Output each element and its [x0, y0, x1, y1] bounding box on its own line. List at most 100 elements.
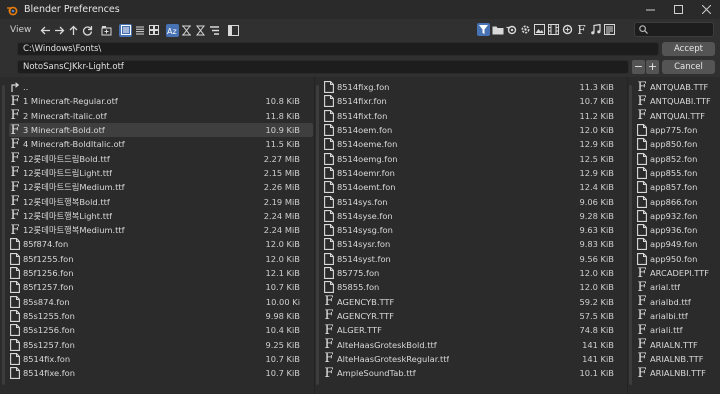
- filename-field[interactable]: NotoSansCJKkr-Light.otf: [17, 60, 629, 74]
- file-row[interactable]: 85f1257.fon 10.7 KiB: [9, 280, 313, 294]
- file-row[interactable]: F 12롯데마트행복Bold.ttf 2.19 MiB: [9, 194, 313, 208]
- file-row[interactable]: 8514oemt.fon 12.4 KiB: [323, 180, 627, 194]
- file-row[interactable]: F AGENCYB.TTF 59.2 KiB: [323, 295, 627, 309]
- filter-script-button[interactable]: [561, 23, 574, 36]
- file-row[interactable]: app866.fon: [636, 194, 720, 208]
- new-folder-button[interactable]: [100, 24, 113, 37]
- file-row[interactable]: Farial.ttf: [636, 280, 720, 294]
- file-row[interactable]: 85f1256.fon 12.1 KiB: [9, 266, 313, 280]
- file-row[interactable]: 8514syst.fon 9.56 KiB: [323, 252, 627, 266]
- file-row[interactable]: F2 Minecraft-Italic.otf 11.8 KiB: [9, 109, 313, 123]
- file-row[interactable]: 8514fixr.fon 10.7 KiB: [323, 94, 627, 108]
- display-thumbnails-button[interactable]: [147, 24, 160, 37]
- file-row[interactable]: app857.fon: [636, 180, 720, 194]
- minimize-button[interactable]: [636, 0, 664, 19]
- file-row[interactable]: 8514fixt.fon 11.2 KiB: [323, 109, 627, 123]
- settings-toggle-button[interactable]: [227, 24, 240, 37]
- cancel-button[interactable]: Cancel: [662, 60, 715, 74]
- file-row[interactable]: F 12롯데마트드림Bold.ttf 2.27 MiB: [9, 152, 313, 166]
- file-row[interactable]: 85775.fon 12.0 KiB: [323, 266, 627, 280]
- file-row[interactable]: 8514sys.fon 9.06 KiB: [323, 194, 627, 208]
- file-row[interactable]: F ARIALNBI.TTF: [636, 366, 720, 380]
- file-row[interactable]: 8514fixg.fon 11.3 KiB: [323, 80, 627, 94]
- file-row[interactable]: F AGENCYR.TTF 57.5 KiB: [323, 309, 627, 323]
- file-row[interactable]: F ANTQUAB.TTF: [636, 80, 720, 94]
- file-row[interactable]: F ARIALN.TTF: [636, 337, 720, 351]
- file-row[interactable]: 8514fixe.fon 10.7 KiB: [9, 366, 313, 380]
- file-row[interactable]: app850.fon: [636, 137, 720, 151]
- file-row[interactable]: F3 Minecraft-Bold.otf 10.9 KiB: [9, 122, 313, 138]
- display-vertical-list-button[interactable]: [119, 23, 133, 37]
- view-menu[interactable]: View: [10, 25, 31, 35]
- increment-filename-button[interactable]: +: [646, 60, 659, 74]
- close-button[interactable]: [692, 0, 720, 19]
- file-row[interactable]: F 12롯데마트드림Light.ttf 2.15 MiB: [9, 166, 313, 180]
- file-row[interactable]: 85s1257.fon 9.25 KiB: [9, 337, 313, 351]
- display-horizontal-list-button[interactable]: [133, 24, 146, 37]
- directory-path-field[interactable]: C:\Windows\Fonts\: [17, 42, 659, 56]
- decrement-filename-button[interactable]: −: [632, 60, 645, 74]
- file-row[interactable]: 85s874.fon 10.00 Ki: [9, 295, 313, 309]
- search-field[interactable]: [634, 22, 714, 37]
- file-row[interactable]: app949.fon: [636, 237, 720, 251]
- scrollbar[interactable]: [316, 85, 319, 385]
- sort-size-button[interactable]: [208, 24, 221, 37]
- file-row[interactable]: F AlteHaasGroteskBold.ttf 141 KiB: [323, 337, 627, 351]
- file-row[interactable]: 8514syse.fon 9.28 KiB: [323, 209, 627, 223]
- file-row[interactable]: 8514oeme.fon 12.9 KiB: [323, 137, 627, 151]
- file-row[interactable]: 8514oemr.fon 12.9 KiB: [323, 166, 627, 180]
- refresh-button[interactable]: [81, 24, 94, 37]
- filter-blender-button[interactable]: [505, 23, 518, 36]
- filter-sound-button[interactable]: [589, 23, 602, 36]
- filter-movie-button[interactable]: [547, 23, 560, 36]
- file-row[interactable]: Farialbi.ttf: [636, 309, 720, 323]
- file-row[interactable]: F AmpleSoundTab.ttf 10.1 KiB: [323, 366, 627, 380]
- back-button[interactable]: [39, 24, 52, 37]
- sort-ext-button[interactable]: [180, 24, 193, 37]
- file-row[interactable]: 85f1255.fon 12.0 KiB: [9, 252, 313, 266]
- file-row[interactable]: app932.fon: [636, 209, 720, 223]
- file-row[interactable]: 85f874.fon 12.0 KiB: [9, 237, 313, 251]
- sort-alpha-button[interactable]: Az: [166, 23, 180, 37]
- filter-text-button[interactable]: [603, 23, 616, 36]
- file-row[interactable]: F ARCADEPI.TTF: [636, 266, 720, 280]
- file-row[interactable]: F 12롯데마트드림Medium.ttf 2.26 MiB: [9, 180, 313, 194]
- filter-font-button[interactable]: F: [575, 23, 588, 36]
- file-row[interactable]: app950.fon: [636, 252, 720, 266]
- filter-toggle-button[interactable]: [477, 23, 490, 36]
- file-row[interactable]: app936.fon: [636, 223, 720, 237]
- file-row[interactable]: app855.fon: [636, 166, 720, 180]
- sort-time-button[interactable]: [194, 24, 207, 37]
- scrollbar[interactable]: [629, 85, 632, 385]
- file-row[interactable]: 8514oem.fon 12.0 KiB: [323, 123, 627, 137]
- file-row[interactable]: F ANTQUABI.TTF: [636, 94, 720, 108]
- file-row[interactable]: F 12롯데마트행복Medium.ttf 2.24 MiB: [9, 223, 313, 237]
- file-row[interactable]: 8514sysg.fon 9.63 KiB: [323, 223, 627, 237]
- parent-directory-row[interactable]: ..: [9, 80, 313, 94]
- file-row[interactable]: app775.fon: [636, 123, 720, 137]
- file-row[interactable]: 85855.fon 12.0 KiB: [323, 280, 627, 294]
- file-row[interactable]: 8514fix.fon 10.7 KiB: [9, 352, 313, 366]
- file-row[interactable]: 85s1256.fon 10.4 KiB: [9, 323, 313, 337]
- file-row[interactable]: F ARIALNB.TTF: [636, 352, 720, 366]
- accept-button[interactable]: Accept: [662, 42, 715, 56]
- file-row[interactable]: Fariali.ttf: [636, 323, 720, 337]
- file-row[interactable]: F4 Minecraft-BoldItalic.otf 11.5 KiB: [9, 137, 313, 151]
- file-row[interactable]: Farialbd.ttf: [636, 295, 720, 309]
- filter-backup-button[interactable]: [519, 23, 532, 36]
- file-row[interactable]: F ALGER.TTF 74.8 KiB: [323, 323, 627, 337]
- file-row[interactable]: F1 Minecraft-Regular.otf 10.8 KiB: [9, 94, 313, 108]
- file-row[interactable]: app852.fon: [636, 152, 720, 166]
- file-row[interactable]: F ANTQUAI.TTF: [636, 109, 720, 123]
- file-row[interactable]: F 12롯데마트행복Light.ttf 2.24 MiB: [9, 209, 313, 223]
- file-row[interactable]: 85s1255.fon 9.98 KiB: [9, 309, 313, 323]
- maximize-button[interactable]: [664, 0, 692, 19]
- file-row[interactable]: F AlteHaasGroteskRegular.ttf 141 KiB: [323, 352, 627, 366]
- forward-button[interactable]: [53, 24, 66, 37]
- filter-folders-button[interactable]: [491, 23, 504, 36]
- parent-dir-button[interactable]: [67, 24, 80, 37]
- file-row[interactable]: 8514sysr.fon 9.83 KiB: [323, 237, 627, 251]
- filter-image-button[interactable]: [533, 23, 546, 36]
- scrollbar[interactable]: [2, 85, 5, 385]
- file-row[interactable]: 8514oemg.fon 12.5 KiB: [323, 152, 627, 166]
